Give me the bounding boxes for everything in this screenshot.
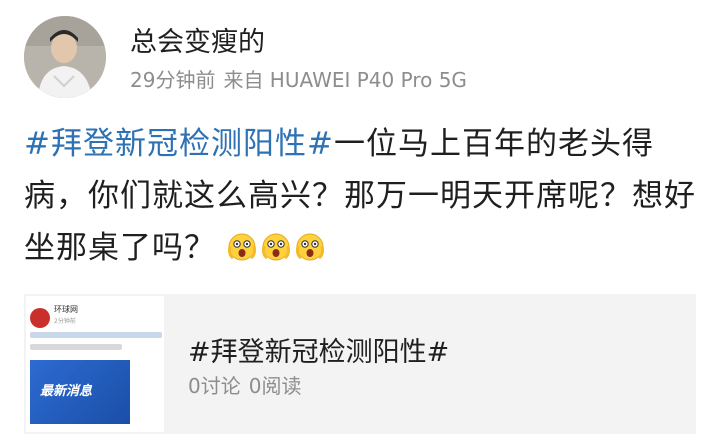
news-banner-label: 最新消息	[40, 384, 93, 399]
post-meta: 29分钟前 来自 HUAWEI P40 Pro 5G	[130, 64, 475, 93]
topic-card[interactable]: 环球网 2分钟前 最新消息 #拜登新冠检测阳性# 0讨论 0阅读	[24, 294, 696, 434]
thumb-account: 环球网	[54, 305, 78, 314]
thumb-text-lines	[30, 332, 162, 356]
card-reads: 0阅读	[248, 374, 302, 398]
post-text: #拜登新冠检测阳性#一位马上百年的老头得病，你们就这么高兴？那万一明天开席呢？想…	[24, 118, 700, 274]
author-name[interactable]: 总会变瘦的	[130, 20, 265, 59]
thumb-line	[30, 344, 123, 350]
card-title[interactable]: #拜登新冠检测阳性#	[188, 330, 449, 369]
card-comments: 0讨论	[188, 374, 241, 398]
account-logo-icon	[30, 308, 50, 328]
card-stats: 0讨论 0阅读	[188, 370, 309, 399]
card-thumbnail[interactable]: 环球网 2分钟前 最新消息	[26, 296, 164, 432]
author-avatar[interactable]	[24, 16, 106, 98]
post-time: 29分钟前	[130, 68, 216, 92]
scared-face-icon	[261, 233, 290, 261]
news-banner: 最新消息	[30, 360, 130, 424]
thumb-line	[30, 332, 162, 338]
post-source: 来自 HUAWEI P40 Pro 5G	[223, 68, 467, 92]
thumb-time: 2分钟前	[54, 318, 76, 325]
thumb-header: 环球网 2分钟前	[26, 296, 164, 336]
emoji-group	[227, 230, 329, 266]
scared-face-icon	[295, 233, 324, 261]
scared-face-icon	[227, 233, 256, 261]
topic-link[interactable]: #拜登新冠检测阳性#	[24, 126, 334, 162]
